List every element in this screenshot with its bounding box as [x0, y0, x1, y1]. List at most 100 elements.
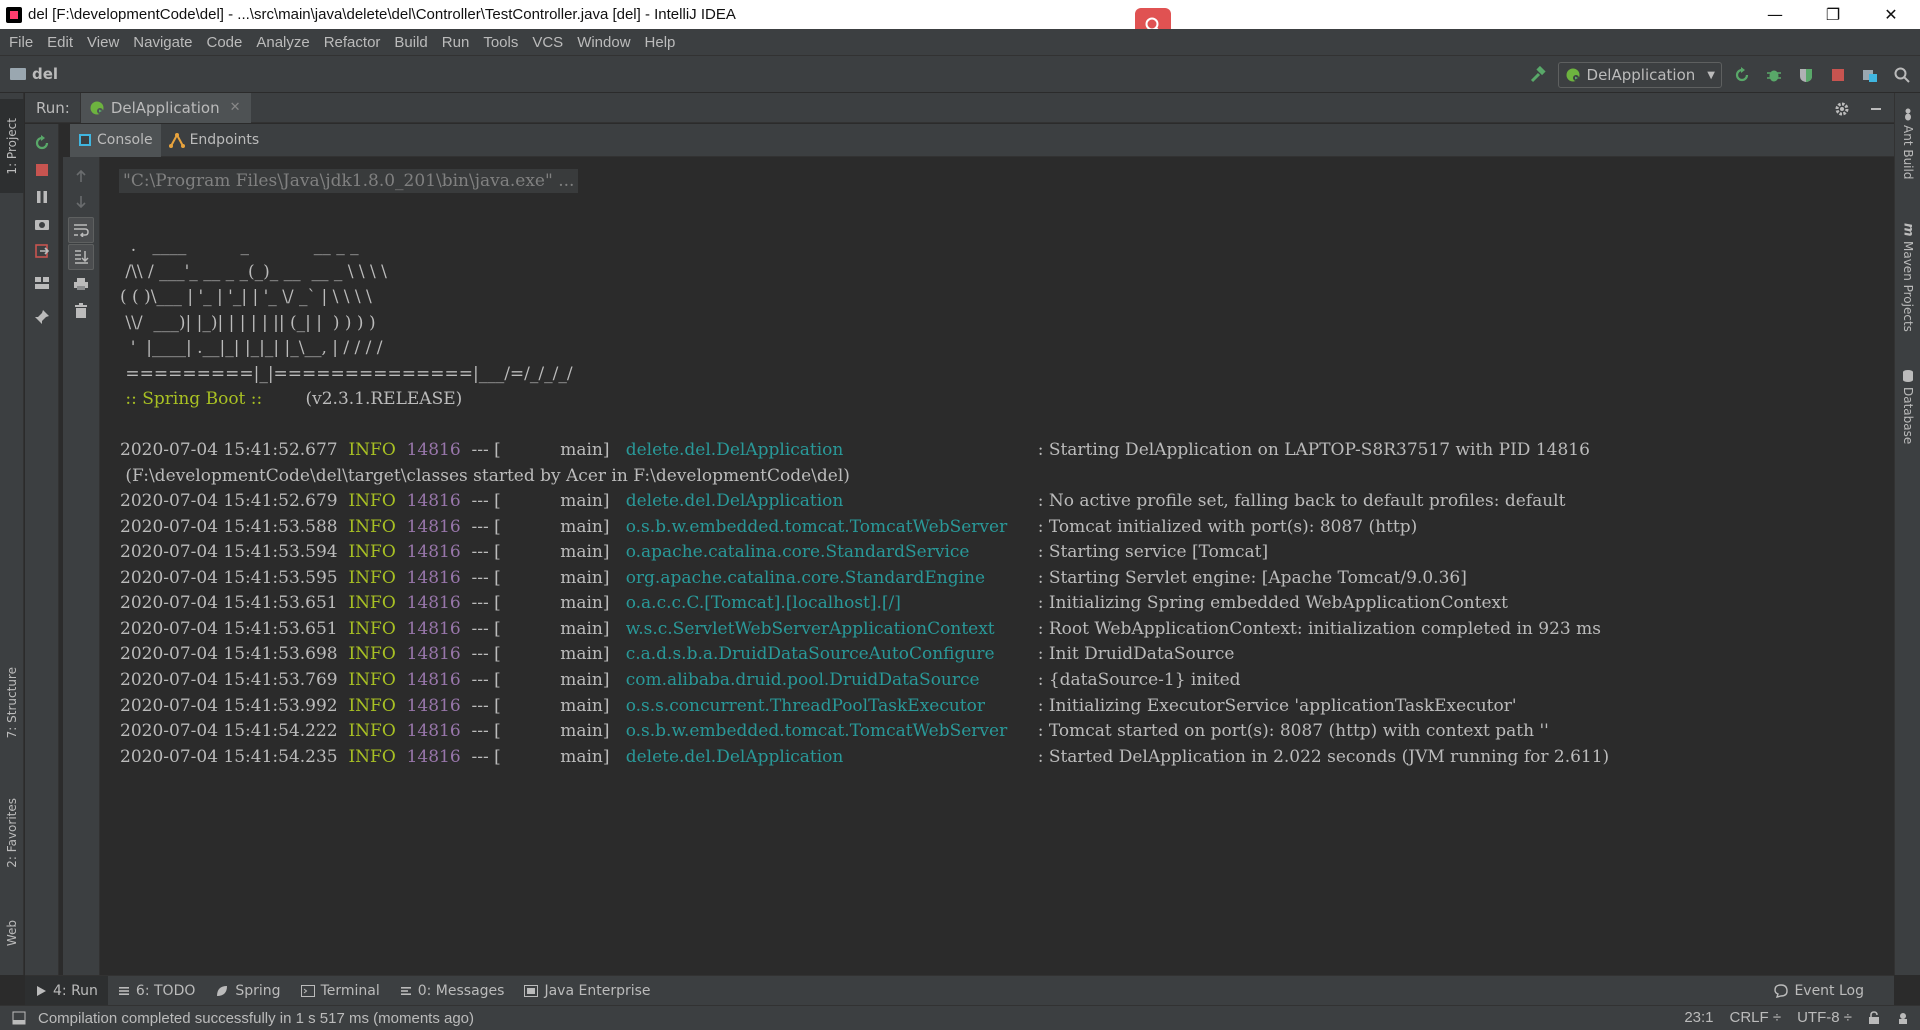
caret-position[interactable]: 23:1: [1684, 1009, 1713, 1026]
title-bar: del [F:\developmentCode\del] - ...\src\m…: [0, 0, 1920, 44]
file-encoding[interactable]: UTF-8 ÷: [1797, 1009, 1852, 1026]
menu-help[interactable]: Help: [638, 34, 683, 51]
log-line: 2020-07-04 15:41:53.651 INFO 14816 --- […: [120, 591, 1508, 615]
web-tool-tab[interactable]: Web: [0, 903, 24, 963]
banner-line: ( ( )\___ | '_ | '_| | '_ \/ _` | \ \ \ …: [120, 287, 372, 307]
run-tab-label: 4: Run: [53, 982, 98, 999]
tab-java-enterprise[interactable]: Java Enterprise: [514, 976, 660, 1006]
camera-icon: [34, 220, 49, 230]
menu-analyze[interactable]: Analyze: [249, 34, 316, 51]
structure-tool-tab[interactable]: 7: Structure: [0, 653, 24, 753]
menu-view[interactable]: View: [80, 34, 126, 51]
project-structure-icon[interactable]: [1858, 63, 1882, 87]
database-tool-tab[interactable]: Database: [1895, 369, 1920, 444]
print-button[interactable]: [63, 271, 99, 297]
log-logger: o.a.c.c.C.[Tomcat].[localhost].[/]: [625, 593, 901, 613]
rerun-icon[interactable]: [1730, 63, 1754, 87]
menu-window[interactable]: Window: [570, 34, 637, 51]
soft-wrap-button[interactable]: [63, 217, 99, 243]
java-enterprise-icon: [524, 984, 539, 997]
log-logger: delete.del.DelApplication: [625, 491, 844, 511]
log-level: INFO: [348, 593, 396, 613]
stop-square-icon: [35, 164, 48, 176]
clear-all-button[interactable]: [63, 298, 99, 324]
scroll-down-button[interactable]: [63, 189, 99, 215]
hector-inspector-icon[interactable]: [1896, 1011, 1910, 1025]
tab-spring[interactable]: Spring: [205, 976, 290, 1006]
pin-tab-button[interactable]: [25, 304, 58, 330]
project-tool-tab[interactable]: 1: Project: [0, 99, 24, 193]
scroll-to-end-button[interactable]: [63, 244, 99, 270]
log-message: : Starting Servlet engine: [Apache Tomca…: [1037, 568, 1467, 588]
maximize-button[interactable]: ❐: [1804, 0, 1862, 29]
console-tab-label: Console: [97, 132, 153, 148]
todo-list-icon: [118, 986, 129, 995]
restore-layout-button[interactable]: [25, 270, 58, 296]
tab-console[interactable]: Console: [70, 123, 161, 157]
build-hammer-icon[interactable]: [1526, 63, 1550, 87]
layout-icon: [34, 277, 49, 289]
tab-terminal[interactable]: Terminal: [291, 976, 390, 1006]
project-breadcrumb[interactable]: del: [10, 65, 58, 83]
log-pid: 14816: [406, 491, 461, 511]
exit-button[interactable]: [25, 238, 58, 264]
bottom-tool-tabs: 4: Run 6: TODO Spring Terminal 0: Messag…: [25, 975, 1894, 1006]
stop-button[interactable]: [25, 157, 58, 183]
maven-projects-tool-tab[interactable]: m Maven Projects: [1895, 219, 1920, 331]
navigation-bar: del DelApplication ▼: [0, 55, 1920, 93]
menu-build[interactable]: Build: [387, 34, 434, 51]
log-pid: 14816: [406, 644, 461, 664]
arrow-down-icon: [76, 196, 86, 209]
hide-window-icon[interactable]: [1864, 97, 1888, 121]
menu-vcs[interactable]: VCS: [525, 34, 570, 51]
close-window-button[interactable]: ✕: [1862, 0, 1920, 29]
settings-gear-icon[interactable]: [1830, 97, 1854, 121]
tab-messages[interactable]: 0: Messages: [390, 976, 515, 1006]
menu-file[interactable]: File: [2, 34, 40, 51]
pause-button[interactable]: [25, 184, 58, 210]
log-timestamp: 2020-07-04 15:41:54.235: [120, 747, 338, 767]
log-pid: 14816: [406, 670, 461, 690]
menu-edit[interactable]: Edit: [40, 34, 80, 51]
debug-bug-icon[interactable]: [1762, 63, 1786, 87]
menu-code[interactable]: Code: [199, 34, 249, 51]
log-line: 2020-07-04 15:41:52.677 INFO 14816 --- […: [120, 438, 1590, 462]
banner-line: =========|_|==============|___/=/_/_/_/: [120, 364, 573, 384]
log-thread: --- [ main]: [471, 568, 615, 588]
ant-build-tool-tab[interactable]: Ant Build: [1895, 107, 1920, 179]
menu-tools[interactable]: Tools: [476, 34, 525, 51]
tab-todo[interactable]: 6: TODO: [108, 976, 205, 1006]
log-message: : Started DelApplication in 2.022 second…: [1037, 747, 1610, 767]
scroll-up-button[interactable]: [63, 163, 99, 189]
log-pid: 14816: [406, 593, 461, 613]
tab-endpoints[interactable]: Endpoints: [161, 124, 268, 157]
search-everywhere-icon[interactable]: [1890, 63, 1914, 87]
log-logger: o.s.b.w.embedded.tomcat.TomcatWebServer: [625, 517, 1008, 537]
log-message: : Tomcat initialized with port(s): 8087 …: [1037, 517, 1418, 537]
menu-run[interactable]: Run: [435, 34, 477, 51]
tab-event-log[interactable]: Event Log: [1764, 976, 1874, 1006]
event-log-icon: [1774, 984, 1789, 998]
messages-icon: [400, 986, 411, 995]
menu-refactor[interactable]: Refactor: [317, 34, 388, 51]
coverage-icon[interactable]: [1794, 63, 1818, 87]
banner-line: . ____ _ __ _ _: [120, 236, 359, 256]
dump-threads-button[interactable]: [25, 211, 58, 237]
menu-navigate[interactable]: Navigate: [126, 34, 199, 51]
run-configuration-select[interactable]: DelApplication ▼: [1557, 62, 1722, 88]
console-output[interactable]: "C:\Program Files\Java\jdk1.8.0_201\bin\…: [101, 157, 1894, 975]
printer-icon: [74, 278, 88, 290]
run-tab-label: DelApplication: [110, 98, 220, 117]
trash-icon: [75, 303, 87, 318]
tab-run[interactable]: 4: Run: [25, 975, 108, 1006]
lock-icon[interactable]: [1868, 1010, 1880, 1025]
log-message: : Tomcat started on port(s): 8087 (http)…: [1037, 721, 1549, 741]
stop-icon[interactable]: [1826, 63, 1850, 87]
rerun-button[interactable]: [25, 130, 58, 156]
line-separator[interactable]: CRLF ÷: [1730, 1009, 1782, 1026]
minimize-button[interactable]: —: [1746, 0, 1804, 29]
toggle-tool-windows-icon[interactable]: [12, 1011, 26, 1025]
close-tab-icon[interactable]: ✕: [230, 100, 241, 115]
run-tab-delapplication[interactable]: DelApplication ✕: [79, 92, 251, 123]
favorites-tool-tab[interactable]: 2: Favorites: [0, 783, 24, 883]
